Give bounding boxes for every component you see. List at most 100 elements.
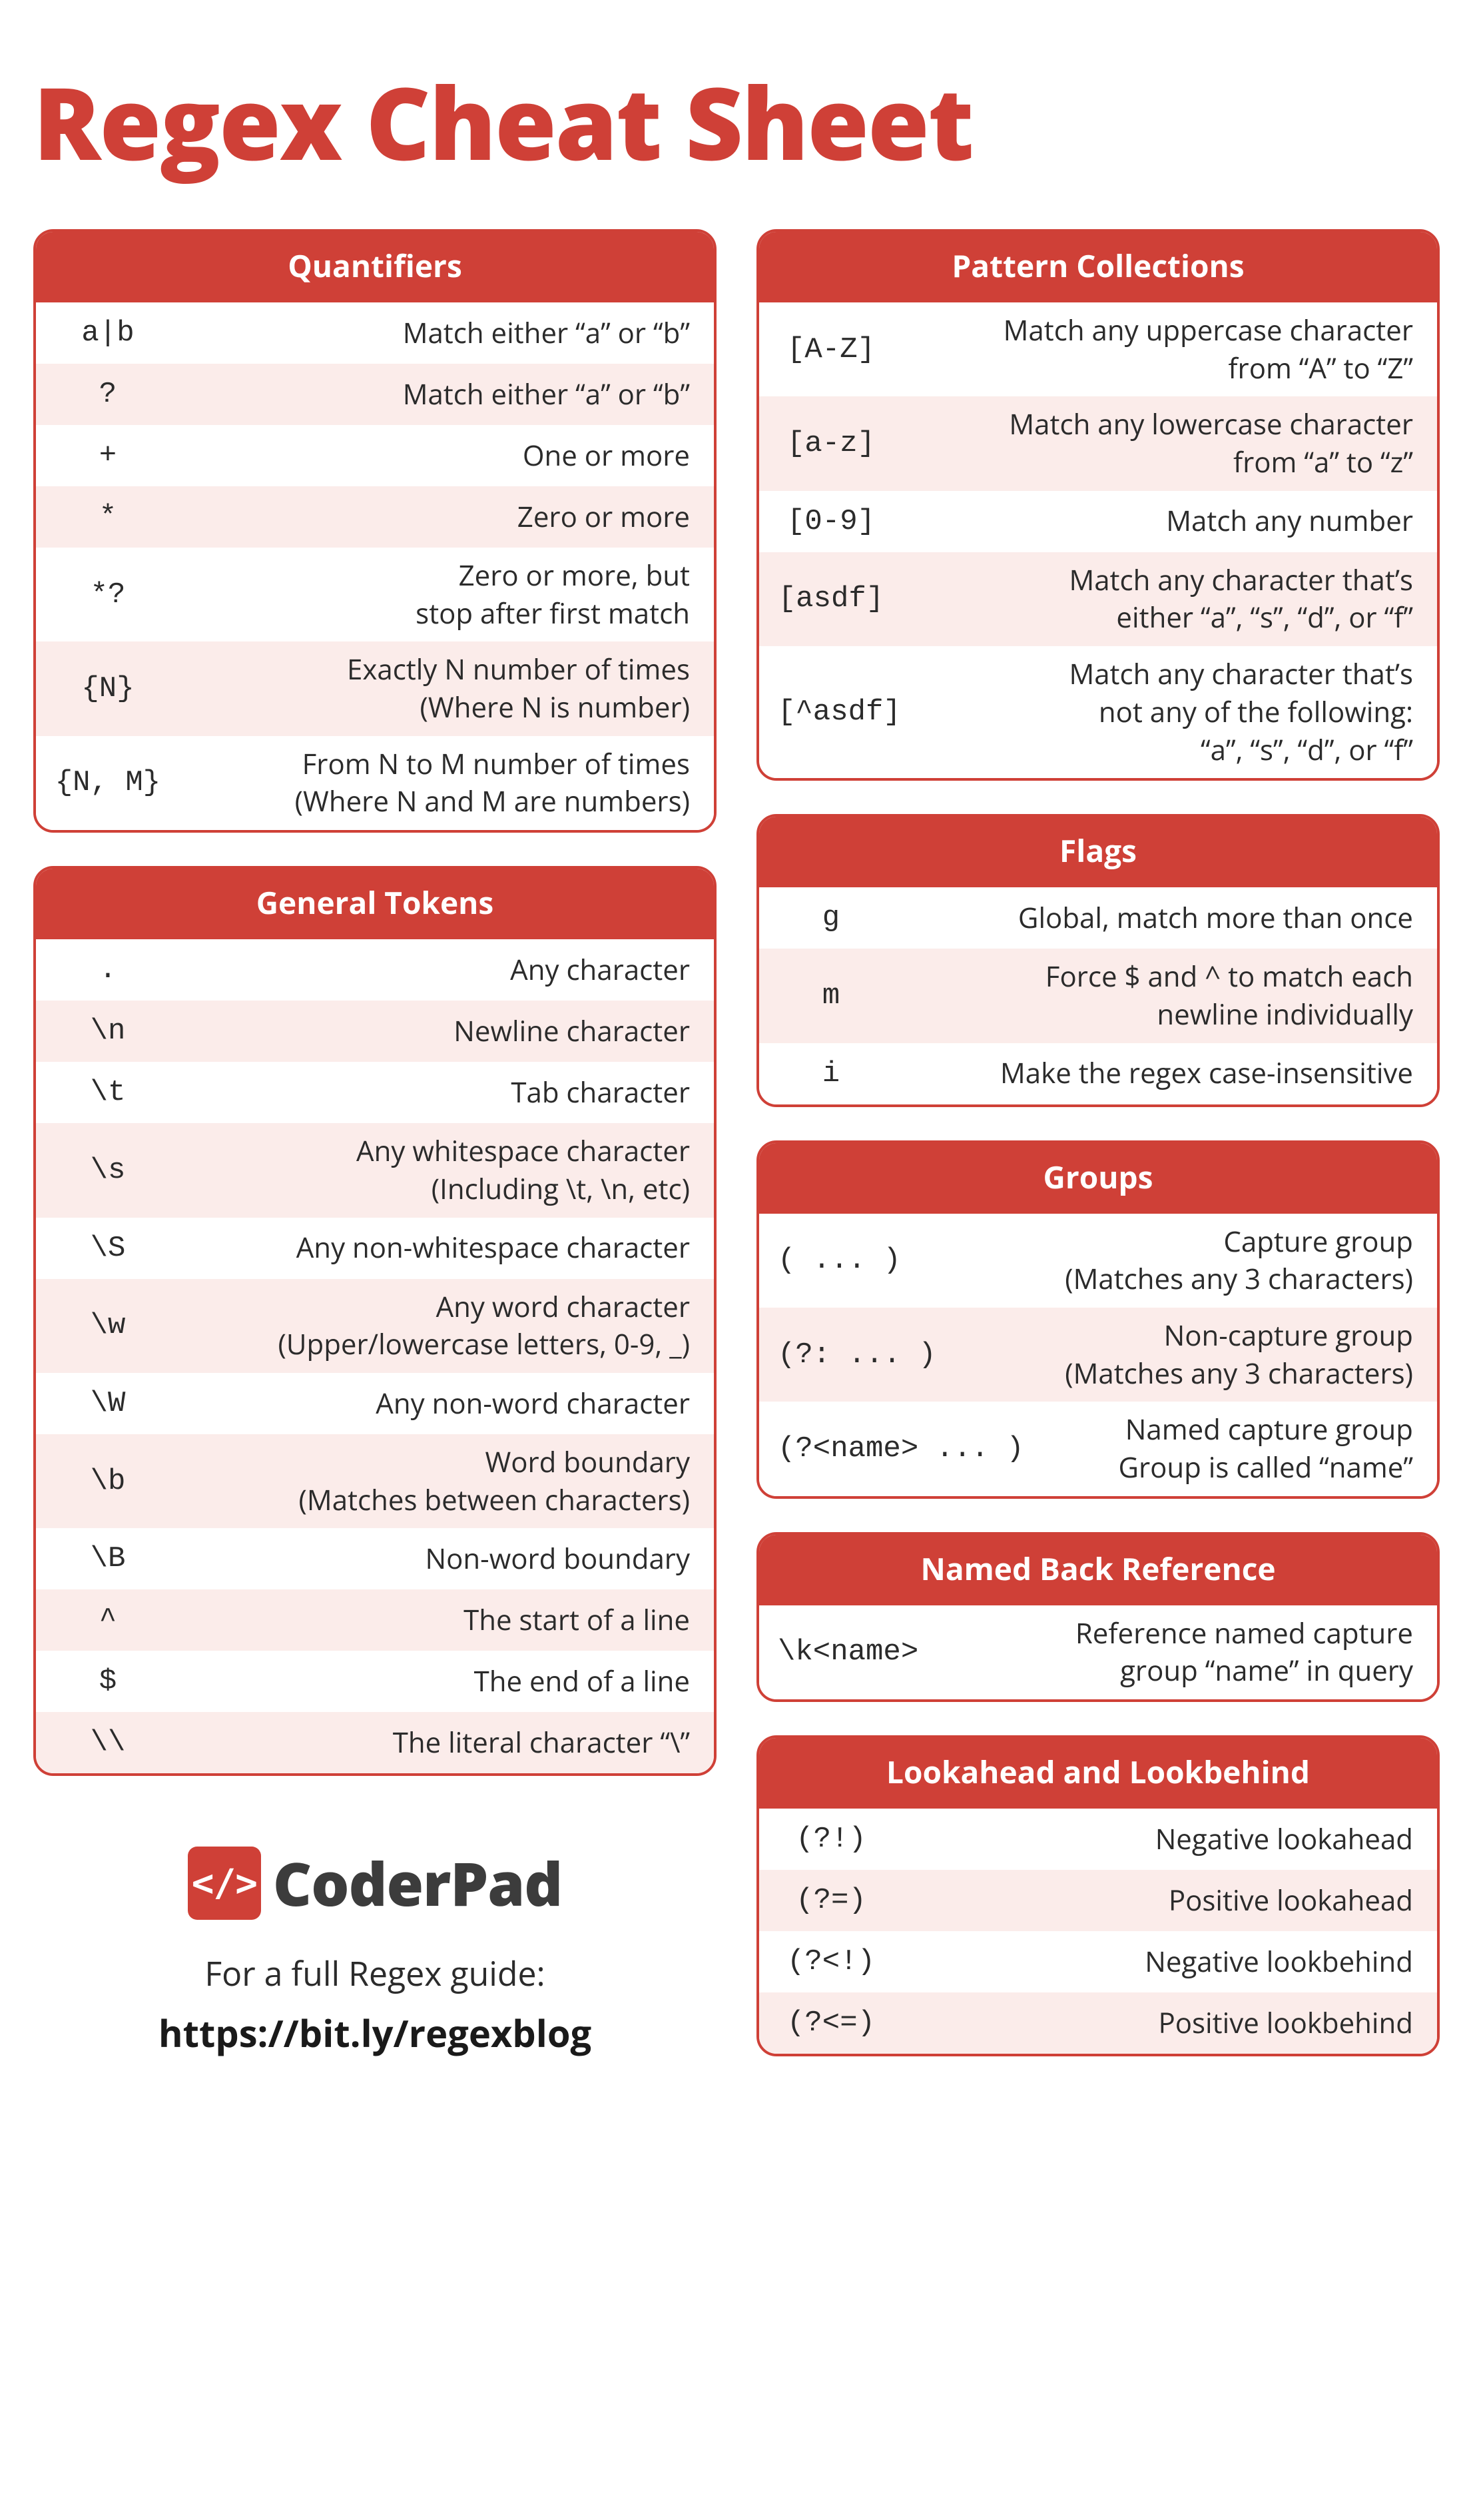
token-description: Global, match more than once — [898, 899, 1413, 937]
token-description: Reference named capturegroup “name” in q… — [932, 1615, 1413, 1690]
table-row: [a-z]Match any lowercase characterfrom “… — [759, 396, 1437, 490]
table-row: \sAny whitespace character(Including \t,… — [36, 1123, 714, 1217]
regex-token: \\ — [55, 1726, 174, 1759]
regex-token: + — [55, 439, 174, 472]
token-description: Any non-word character — [174, 1385, 690, 1423]
card-body: \k<name>Reference named capturegroup “na… — [759, 1605, 1437, 1699]
regex-token: (?<name> ... ) — [778, 1432, 1037, 1466]
table-row: \k<name>Reference named capturegroup “na… — [759, 1605, 1437, 1699]
token-description: Any non-whitespace character — [174, 1229, 690, 1267]
card: Pattern Collections[A-Z]Match any upperc… — [756, 229, 1440, 781]
regex-token: * — [55, 500, 174, 534]
token-description: Match any character that’seither “a”, “s… — [898, 562, 1413, 637]
table-row: $The end of a line — [36, 1651, 714, 1712]
regex-token: *? — [55, 578, 174, 612]
regex-token: (?: ... ) — [778, 1338, 950, 1372]
footer: </>CoderPad For a full Regex guide: https:… — [33, 1843, 717, 2058]
card-header: General Tokens — [36, 869, 714, 939]
regex-token: (?<=) — [778, 2006, 898, 2040]
regex-token: ( ... ) — [778, 1244, 914, 1277]
table-row: [A-Z]Match any uppercase characterfrom “… — [759, 302, 1437, 396]
card-body: (?!)Negative lookahead(?=)Positive looka… — [759, 1809, 1437, 2054]
regex-token: g — [778, 901, 898, 935]
token-description: Positive lookbehind — [898, 2004, 1413, 2042]
token-description: Match any character that’snot any of the… — [914, 655, 1413, 769]
regex-token: m — [778, 979, 898, 1013]
card-body: gGlobal, match more than oncemForce $ an… — [759, 887, 1437, 1104]
card-header: Flags — [759, 817, 1437, 887]
regex-token: [a-z] — [778, 427, 898, 460]
token-description: Newline character — [174, 1013, 690, 1050]
right-column: Pattern Collections[A-Z]Match any upperc… — [756, 229, 1440, 2058]
regex-token: \t — [55, 1076, 174, 1109]
card-body: ( ... )Capture group(Matches any 3 chara… — [759, 1214, 1437, 1496]
token-description: The start of a line — [174, 1601, 690, 1639]
token-description: Any word character(Upper/lowercase lette… — [174, 1288, 690, 1364]
regex-token: (?!) — [778, 1823, 898, 1856]
token-description: Match any lowercase characterfrom “a” to… — [898, 406, 1413, 481]
table-row: (?!)Negative lookahead — [759, 1809, 1437, 1870]
table-row: {N}Exactly N number of times(Where N is … — [36, 641, 714, 735]
table-row: \BNon-word boundary — [36, 1528, 714, 1589]
regex-token: \B — [55, 1542, 174, 1575]
token-description: Match any uppercase characterfrom “A” to… — [898, 312, 1413, 387]
token-description: Non-capture group(Matches any 3 characte… — [950, 1317, 1413, 1392]
regex-token: [asdf] — [778, 582, 898, 616]
regex-token: \k<name> — [778, 1635, 932, 1669]
table-row: *?Zero or more, butstop after first matc… — [36, 548, 714, 641]
token-description: Zero or more, butstop after first match — [174, 557, 690, 632]
card: Named Back Reference\k<name>Reference na… — [756, 1532, 1440, 1702]
table-row: +One or more — [36, 425, 714, 486]
table-row: (?<=)Positive lookbehind — [759, 1992, 1437, 2054]
token-description: Positive lookahead — [898, 1882, 1413, 1920]
table-row: \SAny non-whitespace character — [36, 1218, 714, 1279]
table-row: [asdf]Match any character that’seither “… — [759, 552, 1437, 646]
regex-token: $ — [55, 1665, 174, 1698]
card-header: Groups — [759, 1143, 1437, 1214]
table-row: gGlobal, match more than once — [759, 887, 1437, 949]
brand: </>CoderPad — [188, 1843, 562, 1924]
regex-token: a|b — [55, 316, 174, 350]
table-row: (?: ... )Non-capture group(Matches any 3… — [759, 1308, 1437, 1402]
table-row: [0-9]Match any number — [759, 491, 1437, 552]
card-body: a|bMatch either “a” or “b”?Match either … — [36, 302, 714, 830]
table-row: .Any character — [36, 939, 714, 1001]
table-row: \\The literal character “\” — [36, 1712, 714, 1773]
card-body: .Any character\nNewline character\tTab c… — [36, 939, 714, 1773]
table-row: ?Match either “a” or “b” — [36, 364, 714, 425]
table-row: \WAny non-word character — [36, 1373, 714, 1434]
token-description: Any whitespace character(Including \t, \… — [174, 1132, 690, 1208]
table-row: ^The start of a line — [36, 1589, 714, 1651]
regex-token: [A-Z] — [778, 333, 898, 366]
token-description: Make the regex case-insensitive — [898, 1054, 1413, 1092]
token-description: Tab character — [174, 1074, 690, 1112]
table-row: \nNewline character — [36, 1001, 714, 1062]
table-row: \bWord boundary(Matches between characte… — [36, 1434, 714, 1528]
regex-token: [^asdf] — [778, 695, 914, 729]
table-row: \tTab character — [36, 1062, 714, 1123]
regex-token: i — [778, 1057, 898, 1090]
guide-link: https://bit.ly/regexblog — [33, 2008, 717, 2058]
brand-logo-icon: </> — [188, 1847, 261, 1920]
token-description: Negative lookbehind — [898, 1943, 1413, 1981]
table-row: iMake the regex case-insensitive — [759, 1043, 1437, 1104]
card: FlagsgGlobal, match more than oncemForce… — [756, 814, 1440, 1106]
regex-token: . — [55, 953, 174, 987]
regex-token: \w — [55, 1309, 174, 1342]
regex-token: {N, M} — [55, 766, 174, 799]
table-row: *Zero or more — [36, 486, 714, 548]
token-description: From N to M number of times(Where N and … — [174, 745, 690, 821]
token-description: Any character — [174, 951, 690, 989]
token-description: Word boundary(Matches between characters… — [174, 1444, 690, 1519]
card: Lookahead and Lookbehind(?!)Negative loo… — [756, 1735, 1440, 2056]
token-description: Named capture groupGroup is called “name… — [1037, 1411, 1413, 1486]
brand-name: CoderPad — [273, 1843, 562, 1924]
table-row: [^asdf]Match any character that’snot any… — [759, 646, 1437, 778]
card: General Tokens.Any character\nNewline ch… — [33, 866, 717, 1776]
token-description: Capture group(Matches any 3 characters) — [914, 1223, 1413, 1298]
card-header: Named Back Reference — [759, 1535, 1437, 1605]
token-description: The end of a line — [174, 1663, 690, 1701]
card-header: Lookahead and Lookbehind — [759, 1738, 1437, 1809]
guide-text: For a full Regex guide: — [33, 1950, 717, 1996]
regex-token: (?<!) — [778, 1945, 898, 1978]
